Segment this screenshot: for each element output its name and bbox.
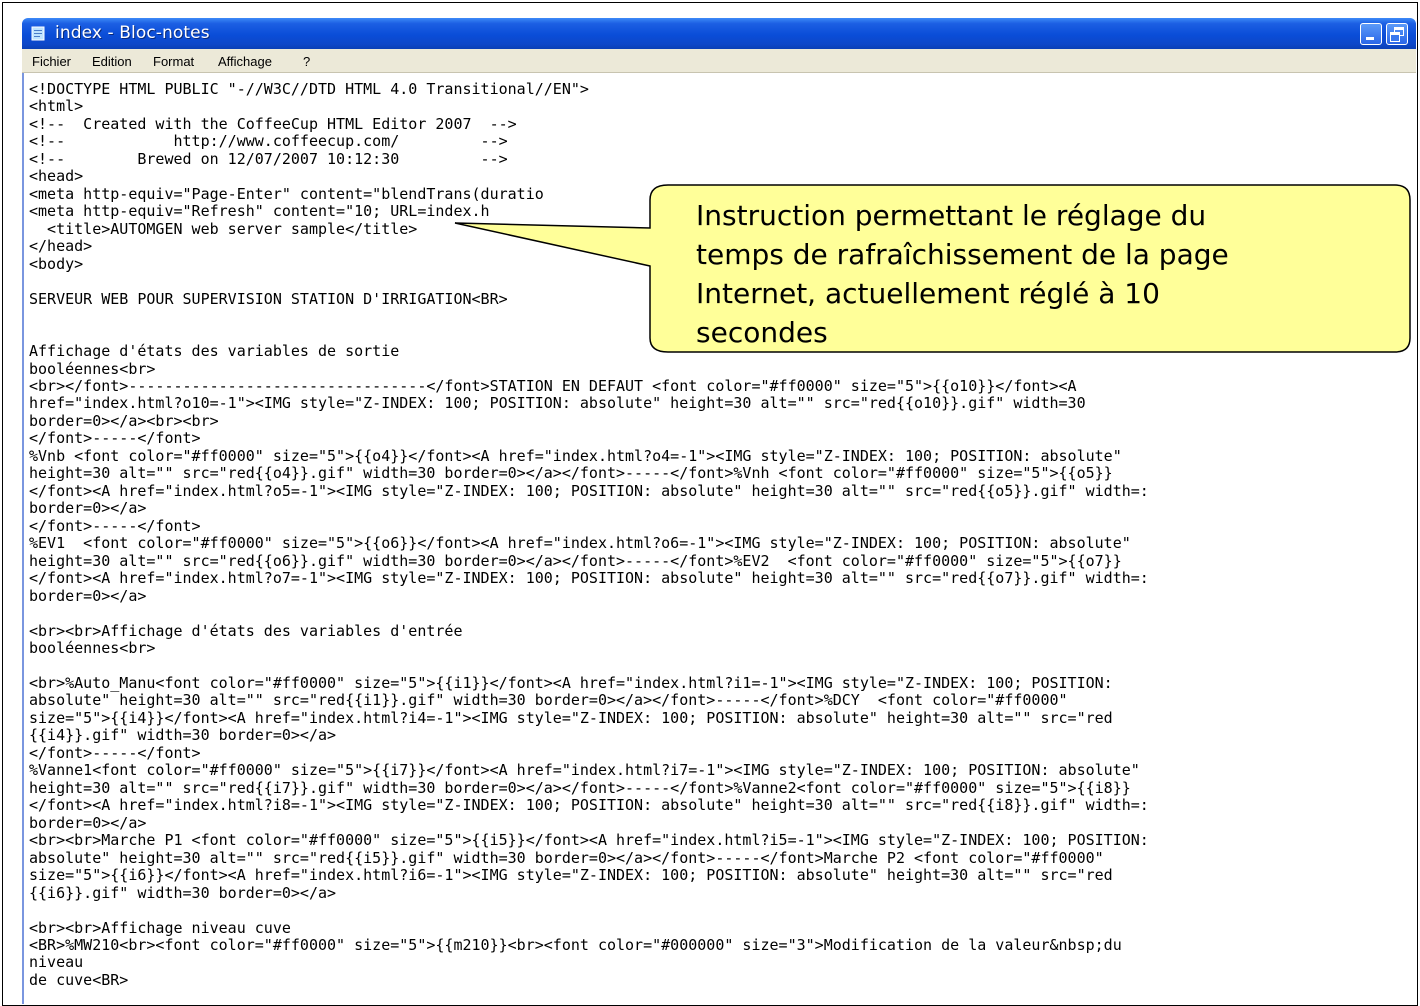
menu-affichage[interactable]: Affichage xyxy=(218,54,272,69)
menu-help[interactable]: ? xyxy=(303,54,310,69)
menu-format[interactable]: Format xyxy=(153,54,194,69)
window-title: index - Bloc-notes xyxy=(55,23,210,43)
menu-fichier[interactable]: Fichier xyxy=(32,54,71,69)
menu-edition[interactable]: Edition xyxy=(92,54,132,69)
callout-text: Instruction permettant le réglage du tem… xyxy=(696,199,1229,349)
menu-bar: Fichier Edition Format Affichage ? xyxy=(22,49,1416,73)
restore-button[interactable] xyxy=(1386,23,1408,45)
restore-icon-front xyxy=(1390,32,1400,42)
minimize-icon xyxy=(1366,37,1374,40)
minimize-button[interactable] xyxy=(1360,23,1382,45)
notepad-icon xyxy=(31,26,45,41)
title-bar[interactable]: index - Bloc-notes xyxy=(22,18,1416,49)
